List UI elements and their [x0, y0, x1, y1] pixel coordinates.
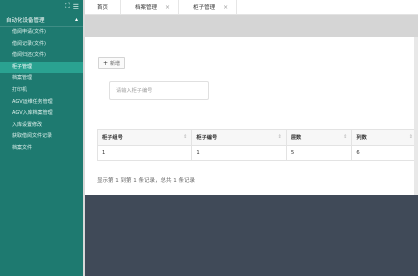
table-row[interactable]: 1 1 5 6 [96, 145, 418, 161]
tab-label: 档案管理 [135, 5, 158, 11]
column-header-layers[interactable]: 层数 ⇕ [285, 129, 353, 146]
sidebar-item-archive-files[interactable]: 档案文件 [0, 143, 83, 155]
sort-icon: ⇕ [183, 134, 188, 140]
sidebar-item-borrow-records[interactable]: 借阅记录(文件) [0, 39, 83, 51]
add-button[interactable]: + 新增 [98, 57, 126, 69]
sort-icon: ⇕ [277, 134, 282, 140]
sidebar-item-agv-tasks[interactable]: AGV运维任务管理 [0, 97, 83, 109]
tab-label: 首页 [97, 5, 109, 11]
sidebar-item-borrow-apply[interactable]: 借阅申请(文件) [0, 27, 83, 39]
sidebar: ⛶ ☰ 自动化设备管理 ▴ 借阅申请(文件) 借阅记录(文件) 借阅归还(文件)… [0, 0, 83, 276]
table-cell: 6 [351, 145, 418, 161]
menu-icon[interactable]: ☰ [73, 3, 79, 11]
sort-icon: ⇕ [343, 134, 348, 140]
data-table: 柜子组号 ⇕ 柜子编号 ⇕ 层数 ⇕ 列数 ⇕ 1 1 5 6 [96, 129, 418, 161]
tab-cabinet[interactable]: 柜子管理 × [179, 0, 238, 14]
table-header-row: 柜子组号 ⇕ 柜子编号 ⇕ 层数 ⇕ 列数 ⇕ [96, 129, 418, 146]
column-header-columns[interactable]: 列数 ⇕ [351, 129, 418, 146]
sidebar-item-printer[interactable]: 打印机 [0, 85, 83, 97]
sidebar-top-bar: ⛶ ☰ [0, 0, 83, 13]
search-placeholder: 请输入柜子编号 [116, 88, 153, 94]
tab-archive[interactable]: 档案管理 × [121, 0, 180, 14]
sidebar-group-header[interactable]: 自动化设备管理 ▴ [0, 13, 83, 27]
sidebar-item-cabinet[interactable]: 柜子管理 [0, 61, 83, 74]
tab-home[interactable]: 首页 [85, 0, 122, 14]
expand-icon[interactable]: ⛶ [65, 2, 70, 11]
sidebar-group-title: 自动化设备管理 [6, 17, 45, 24]
close-icon[interactable]: × [223, 4, 228, 11]
table-cell: 1 [96, 145, 193, 161]
footer-area [85, 195, 418, 276]
table-cell: 5 [285, 145, 353, 161]
search-input[interactable]: 请输入柜子编号 [109, 81, 209, 100]
sidebar-item-archive[interactable]: 档案管理 [0, 73, 83, 85]
column-header-number[interactable]: 柜子编号 ⇕ [191, 129, 287, 146]
header-band [85, 15, 418, 37]
sidebar-item-inbound-settings[interactable]: 入库设置修改 [0, 120, 83, 132]
sidebar-item-agv-inbound[interactable]: AGV入库档案管理 [0, 108, 83, 120]
plus-icon: + [103, 59, 109, 67]
close-icon[interactable]: × [165, 4, 170, 11]
sidebar-item-borrow-return[interactable]: 借阅归还(文件) [0, 50, 83, 62]
sidebar-item-borrow-file-records[interactable]: 获取借阅文件记录 [0, 131, 83, 143]
add-button-label: 新增 [110, 60, 121, 67]
content-panel: + 新增 请输入柜子编号 柜子组号 ⇕ 柜子编号 ⇕ 层数 ⇕ 列数 ⇕ 1 1 5 6… [85, 37, 418, 195]
pagination-summary: 显示第 1 到第 1 条记录，总共 1 条记录 [97, 178, 195, 184]
scroll-edge [414, 37, 418, 195]
sort-icon: ⇕ [408, 134, 413, 140]
caret-up-icon: ▴ [74, 16, 78, 23]
tab-bar: 首页 档案管理 × 柜子管理 × [85, 0, 418, 15]
tab-label: 柜子管理 [193, 5, 216, 11]
column-header-group[interactable]: 柜子组号 ⇕ [96, 129, 193, 146]
table-cell: 1 [191, 145, 287, 161]
